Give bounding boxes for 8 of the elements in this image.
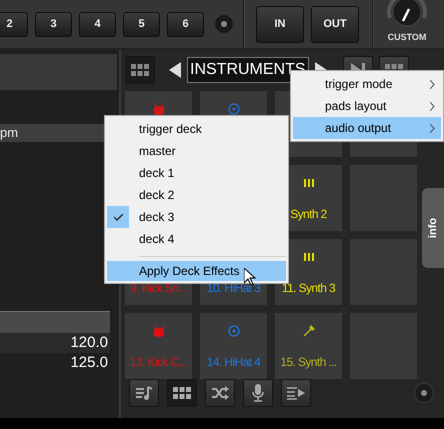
- pad-label: 15. Synth ...: [280, 354, 337, 369]
- pad-label: Synth 2: [290, 206, 327, 221]
- pad-label: 14. HiHat 4: [206, 354, 260, 369]
- pad-label: 13. Kick C...: [130, 354, 187, 369]
- bpm-cell: 120.0: [0, 333, 110, 353]
- pad-label: 9. Kick Sn...: [130, 280, 187, 295]
- pad-label: 11. Synth 3: [282, 280, 336, 295]
- knob-label: CUSTOM: [388, 32, 426, 42]
